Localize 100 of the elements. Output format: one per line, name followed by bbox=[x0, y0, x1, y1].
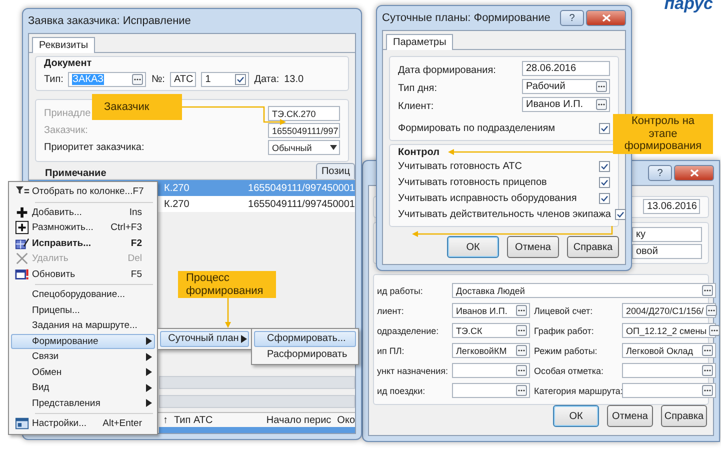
sort-arrow: ↑ bbox=[163, 414, 168, 426]
checkbox-label: Учитывать готовность АТС bbox=[398, 160, 522, 172]
checkbox[interactable] bbox=[614, 208, 626, 220]
text-field[interactable] bbox=[622, 383, 716, 398]
section-heading: Примечание bbox=[45, 168, 106, 179]
callout: Заказчик bbox=[92, 94, 182, 120]
text-field[interactable]: Легковой Оклад bbox=[622, 343, 716, 358]
checkbox[interactable] bbox=[599, 176, 610, 188]
callout: Контроль на этапе формирования bbox=[613, 114, 713, 154]
plus-icon bbox=[14, 204, 30, 220]
ellipsis-icon bbox=[518, 369, 525, 372]
close-button[interactable] bbox=[586, 10, 626, 26]
menu-item[interactable]: Расформировать bbox=[254, 346, 356, 362]
text-field[interactable]: 28.06.2016 bbox=[522, 61, 610, 76]
field-label: Лицевой счет: bbox=[533, 306, 593, 316]
date-field[interactable]: 13.06.2016 bbox=[642, 198, 700, 214]
close-icon bbox=[690, 169, 698, 177]
close-button[interactable] bbox=[674, 165, 714, 181]
series-field[interactable]: АТС bbox=[170, 72, 196, 87]
browse-button[interactable] bbox=[702, 365, 713, 376]
text-field[interactable]: ТЭ.СК bbox=[452, 323, 530, 338]
dialog-button[interactable]: ОК bbox=[553, 405, 599, 427]
menu-item[interactable]: Настройки... Alt+Enter bbox=[11, 416, 155, 432]
menu-item[interactable]: Добавить... Ins bbox=[11, 204, 155, 220]
field-label: Принадле bbox=[44, 108, 91, 119]
text-field[interactable]: 2004/Д270/С1/156/ bbox=[622, 303, 716, 318]
dialog-button[interactable]: Справка bbox=[661, 405, 707, 427]
browse-button[interactable] bbox=[708, 325, 720, 336]
text-field[interactable]: овой bbox=[632, 244, 702, 259]
menu-item[interactable]: Размножить... Ctrl+F3 bbox=[11, 220, 155, 236]
help-button[interactable]: ? bbox=[560, 10, 584, 26]
checkbox-label: Формировать по подразделениям bbox=[398, 122, 556, 134]
browse-button[interactable] bbox=[706, 305, 717, 316]
browse-button[interactable] bbox=[702, 385, 713, 396]
dialog-button[interactable]: Отмена bbox=[607, 405, 653, 427]
checkbox[interactable] bbox=[599, 192, 610, 204]
tab[interactable]: Параметры bbox=[386, 34, 454, 50]
tab[interactable]: Позиц bbox=[316, 163, 355, 179]
field-label: Заказчик: bbox=[44, 125, 88, 136]
column-header[interactable]: Око bbox=[337, 414, 355, 426]
menu-item[interactable]: Обновить F5 bbox=[11, 266, 155, 282]
window-title: Суточные планы: Формирование bbox=[382, 12, 550, 24]
dialog-button[interactable]: ОК bbox=[447, 236, 499, 258]
browse-button[interactable] bbox=[702, 285, 713, 296]
menu-item[interactable]: Формирование bbox=[11, 334, 155, 349]
ellipsis-icon bbox=[518, 349, 525, 352]
menu-item[interactable]: Прицепы... bbox=[11, 302, 155, 318]
dialog-button[interactable]: Отмена bbox=[507, 236, 559, 258]
field-label: Дата: bbox=[254, 74, 280, 85]
window-settings-icon bbox=[14, 416, 30, 432]
menu-item[interactable]: Суточный план bbox=[160, 331, 249, 346]
text-field[interactable] bbox=[452, 383, 530, 398]
ellipsis-icon bbox=[710, 329, 718, 332]
menu-item[interactable]: Исправить... F2 bbox=[11, 236, 155, 251]
text-field[interactable]: ку bbox=[632, 227, 702, 242]
field-label: Дата формирования: bbox=[398, 64, 497, 76]
browse-button[interactable] bbox=[702, 345, 713, 356]
field-label: ип ПЛ: bbox=[376, 346, 404, 356]
menu-item[interactable]: Сформировать... bbox=[254, 331, 356, 346]
column-header[interactable]: Тип АТС bbox=[174, 414, 213, 426]
checkbox[interactable] bbox=[599, 160, 610, 172]
tab[interactable]: Реквизиты bbox=[32, 37, 96, 53]
menu-item[interactable]: Вид bbox=[11, 380, 155, 396]
help-button[interactable]: ? bbox=[648, 165, 672, 181]
field-label: Особая отметка: bbox=[533, 366, 604, 376]
menu-item[interactable]: Спецоборудование... bbox=[11, 287, 155, 302]
text-field[interactable] bbox=[452, 363, 530, 378]
date-value: 13.0 bbox=[284, 74, 304, 85]
text-field[interactable] bbox=[622, 363, 716, 378]
browse-button[interactable] bbox=[596, 99, 607, 110]
menu-item[interactable]: Представления bbox=[11, 396, 155, 411]
leader-arrow bbox=[225, 298, 231, 328]
menu-item[interactable]: Связи bbox=[11, 349, 155, 364]
field-label: Режим работы: bbox=[533, 346, 598, 356]
menu-item[interactable]: Задания на маршруте... bbox=[11, 318, 155, 334]
text-field[interactable]: Доставка Людей bbox=[452, 283, 716, 298]
field-label: График работ: bbox=[533, 326, 594, 336]
browse-button[interactable] bbox=[516, 325, 527, 336]
number-field[interactable]: 1 bbox=[201, 72, 250, 87]
text-field[interactable]: Рабочий bbox=[522, 79, 610, 94]
column-header[interactable]: Начало перис bbox=[266, 414, 332, 426]
field-label: ид работы: bbox=[376, 286, 423, 296]
browse-button[interactable] bbox=[516, 345, 527, 356]
dialog-button[interactable]: Справка bbox=[567, 236, 619, 258]
dropdown[interactable]: Обычный bbox=[268, 140, 340, 155]
browse-button[interactable] bbox=[132, 74, 144, 85]
browse-button[interactable] bbox=[516, 365, 527, 376]
browse-button[interactable] bbox=[516, 305, 527, 316]
text-field[interactable]: Иванов И.П. bbox=[522, 97, 610, 112]
table-pencil-icon bbox=[14, 236, 30, 251]
ellipsis-icon bbox=[704, 369, 711, 372]
checkbox[interactable] bbox=[599, 122, 610, 134]
checkbox[interactable] bbox=[235, 74, 246, 85]
text-field[interactable]: Иванов И.П. bbox=[452, 303, 530, 318]
browse-button[interactable] bbox=[596, 81, 607, 92]
close-icon bbox=[602, 14, 610, 22]
text-field[interactable]: ЛегковойКМ bbox=[452, 343, 530, 358]
menu-item[interactable]: Обмен bbox=[11, 364, 155, 380]
browse-button[interactable] bbox=[516, 385, 527, 396]
field-label: одразделение: bbox=[376, 326, 439, 336]
